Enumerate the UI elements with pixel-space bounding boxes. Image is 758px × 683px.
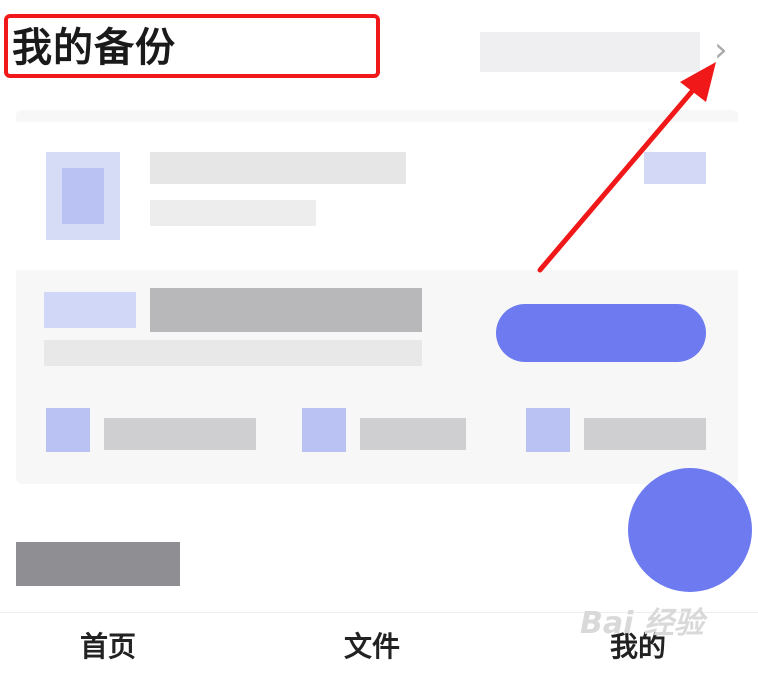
promo-action-button[interactable] bbox=[496, 304, 706, 362]
fab-icon[interactable] bbox=[628, 468, 752, 592]
section-label-blurred bbox=[16, 542, 180, 586]
feature-1-icon bbox=[46, 408, 90, 452]
tab-home[interactable]: 首页 bbox=[80, 627, 136, 667]
promo-tag-blurred bbox=[44, 292, 136, 328]
promo-title-blurred bbox=[150, 288, 422, 332]
feature-1-label-blurred[interactable] bbox=[104, 418, 256, 450]
device-subtitle-blurred bbox=[150, 200, 316, 226]
phone-icon bbox=[62, 168, 104, 224]
tab-mine[interactable]: 我的 bbox=[610, 627, 666, 667]
feature-2-label-blurred[interactable] bbox=[360, 418, 466, 450]
chevron-right-icon[interactable]: › bbox=[714, 30, 728, 70]
bottom-nav: 首页 文件 我的 bbox=[0, 612, 758, 683]
backup-device-row[interactable] bbox=[16, 122, 738, 270]
device-badge-blurred bbox=[644, 152, 706, 184]
feature-3-icon bbox=[526, 408, 570, 452]
header-link-blurred[interactable] bbox=[480, 32, 700, 72]
feature-2-icon bbox=[302, 408, 346, 452]
tab-files[interactable]: 文件 bbox=[344, 627, 400, 667]
promo-subtitle-blurred bbox=[44, 340, 422, 366]
device-name-blurred bbox=[150, 152, 406, 184]
feature-3-label-blurred[interactable] bbox=[584, 418, 706, 450]
annotation-highlight-box bbox=[4, 14, 380, 78]
